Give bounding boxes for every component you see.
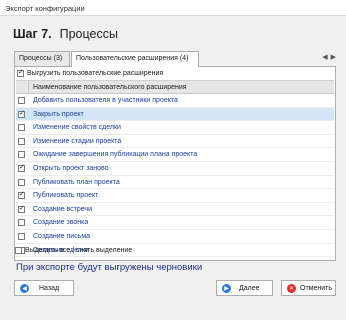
arrow-left-icon: ◀ (20, 284, 29, 293)
tab-next-icon[interactable]: ▶ (331, 54, 339, 61)
drafts-note: При экспорте будут выгружены черновики (16, 262, 203, 273)
row-name[interactable]: Публиковать проект (33, 192, 98, 199)
export-extensions-option[interactable]: Выгрузить пользовательские расширения (17, 68, 164, 77)
row-checkbox[interactable] (18, 97, 25, 104)
step-title: Процессы (59, 27, 118, 41)
table-row[interactable]: Публиковать проект (16, 189, 334, 203)
grid-header-name[interactable]: Наименование пользовательского расширени… (33, 84, 187, 91)
cancel-button-label: Отменить (300, 285, 332, 292)
grid-header: Наименование пользовательского расширени… (16, 81, 334, 94)
next-button-label: Далее (239, 285, 260, 292)
export-extensions-label: Выгрузить пользовательские расширения (27, 70, 164, 77)
row-checkbox[interactable] (18, 124, 25, 132)
extensions-panel: Выгрузить пользовательские расширения На… (14, 66, 336, 261)
table-row[interactable]: Изменение стадии проекта (16, 135, 334, 149)
row-name[interactable]: Ожидание завершения публикации плана про… (33, 151, 197, 158)
window-title: Экспорт конфигурации (5, 4, 85, 13)
back-button-label: Назад (39, 285, 60, 292)
row-checkbox[interactable] (18, 151, 25, 159)
export-extensions-checkbox[interactable] (17, 68, 24, 77)
row-name[interactable]: Публиковать план проекта (33, 179, 120, 186)
table-row[interactable]: Ожидание завершения публикации плана про… (16, 148, 334, 162)
row-checkbox[interactable] (18, 109, 25, 118)
step-heading: Шаг 7. Процессы (13, 27, 118, 41)
row-checkbox[interactable] (18, 233, 25, 240)
back-button[interactable]: ◀ Назад (14, 280, 74, 296)
tab-prev-icon[interactable]: ◀ (322, 54, 330, 61)
wizard-content: Шаг 7. Процессы Процессы (3) Пользователь… (0, 17, 346, 320)
tab-processes[interactable]: Процессы (3) (14, 51, 70, 66)
row-name[interactable]: Изменение стадии проекта (33, 138, 121, 145)
select-all-checkbox[interactable] (15, 247, 22, 254)
row-checkbox[interactable] (18, 163, 25, 172)
table-row[interactable]: Изменение свойств сделки (16, 121, 334, 135)
table-row[interactable]: Создание встречи (16, 203, 334, 217)
select-all-option[interactable]: Выделить все / снять выделение (15, 247, 132, 254)
table-row[interactable]: Создание звонка (16, 216, 334, 230)
row-name[interactable]: Создание звонка (33, 219, 88, 226)
row-checkbox[interactable] (18, 190, 25, 200)
table-row[interactable]: Добавить пользователя в участники проект… (16, 94, 334, 108)
tab-custom-extensions[interactable]: Пользовательские расширения (4) (71, 51, 199, 67)
row-checkbox[interactable] (18, 137, 25, 145)
table-row[interactable]: Публиковать план проекта (16, 176, 334, 190)
row-name[interactable]: Добавить пользователя в участники проект… (33, 97, 178, 104)
grid-header-check-column (16, 81, 29, 94)
arrow-right-icon: ▶ (222, 284, 231, 293)
step-label: Шаг 7. (13, 27, 52, 41)
cancel-button[interactable]: ✕ Отменить (281, 280, 336, 296)
row-name[interactable]: Изменение свойств сделки (33, 124, 121, 131)
extensions-grid: Наименование пользовательского расширени… (16, 80, 334, 259)
row-checkbox[interactable] (18, 178, 25, 186)
row-checkbox[interactable] (18, 219, 25, 227)
row-name[interactable]: Создание письма (33, 233, 90, 240)
row-checkbox[interactable] (18, 204, 25, 213)
tab-scroll-arrows: ◀▶ (322, 53, 339, 61)
table-row[interactable]: Закрыть проект (16, 107, 334, 122)
table-row[interactable]: Открыть проект заново (16, 162, 334, 176)
select-all-label: Выделить все / снять выделение (25, 247, 133, 254)
close-icon: ✕ (287, 284, 296, 293)
row-name[interactable]: Открыть проект заново (33, 165, 109, 172)
row-name[interactable]: Создание встречи (33, 206, 92, 213)
table-row[interactable]: Создание письма (16, 230, 334, 244)
row-name[interactable]: Закрыть проект (33, 111, 84, 118)
next-button[interactable]: ▶ Далее (216, 280, 273, 296)
window-titlebar: Экспорт конфигурации (0, 0, 346, 16)
